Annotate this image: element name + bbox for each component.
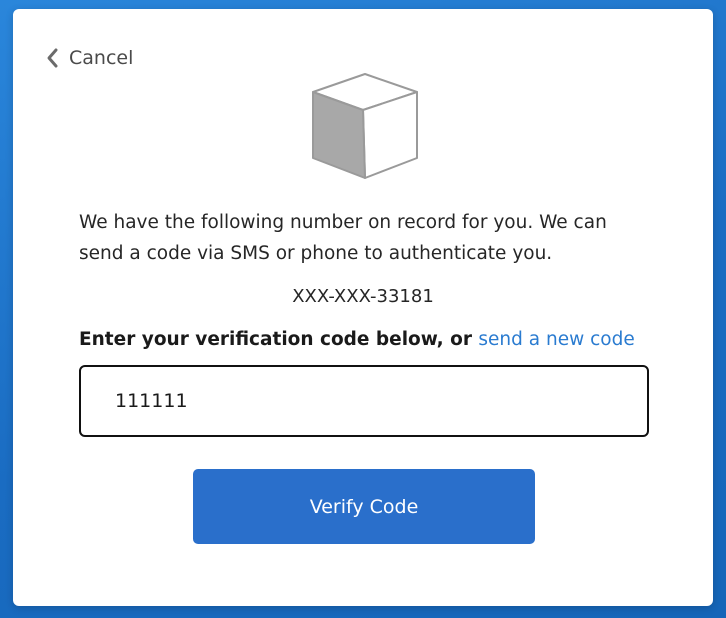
chevron-left-icon <box>45 47 59 69</box>
verification-code-input[interactable] <box>79 365 649 437</box>
cube-icon <box>311 72 419 184</box>
cancel-button[interactable]: Cancel <box>45 47 133 69</box>
verification-prompt: Enter your verification code below, or s… <box>79 329 635 350</box>
cancel-label: Cancel <box>69 47 134 69</box>
phone-number: XXX-XXX-33181 <box>292 286 434 307</box>
prompt-label: Enter your verification code below, or <box>79 329 479 350</box>
description-text: We have the following number on record f… <box>79 212 607 264</box>
verify-code-button[interactable]: Verify Code <box>193 469 535 544</box>
send-new-code-link[interactable]: send a new code <box>478 329 634 350</box>
verification-dialog: Cancel We have the following number on r… <box>13 9 713 606</box>
